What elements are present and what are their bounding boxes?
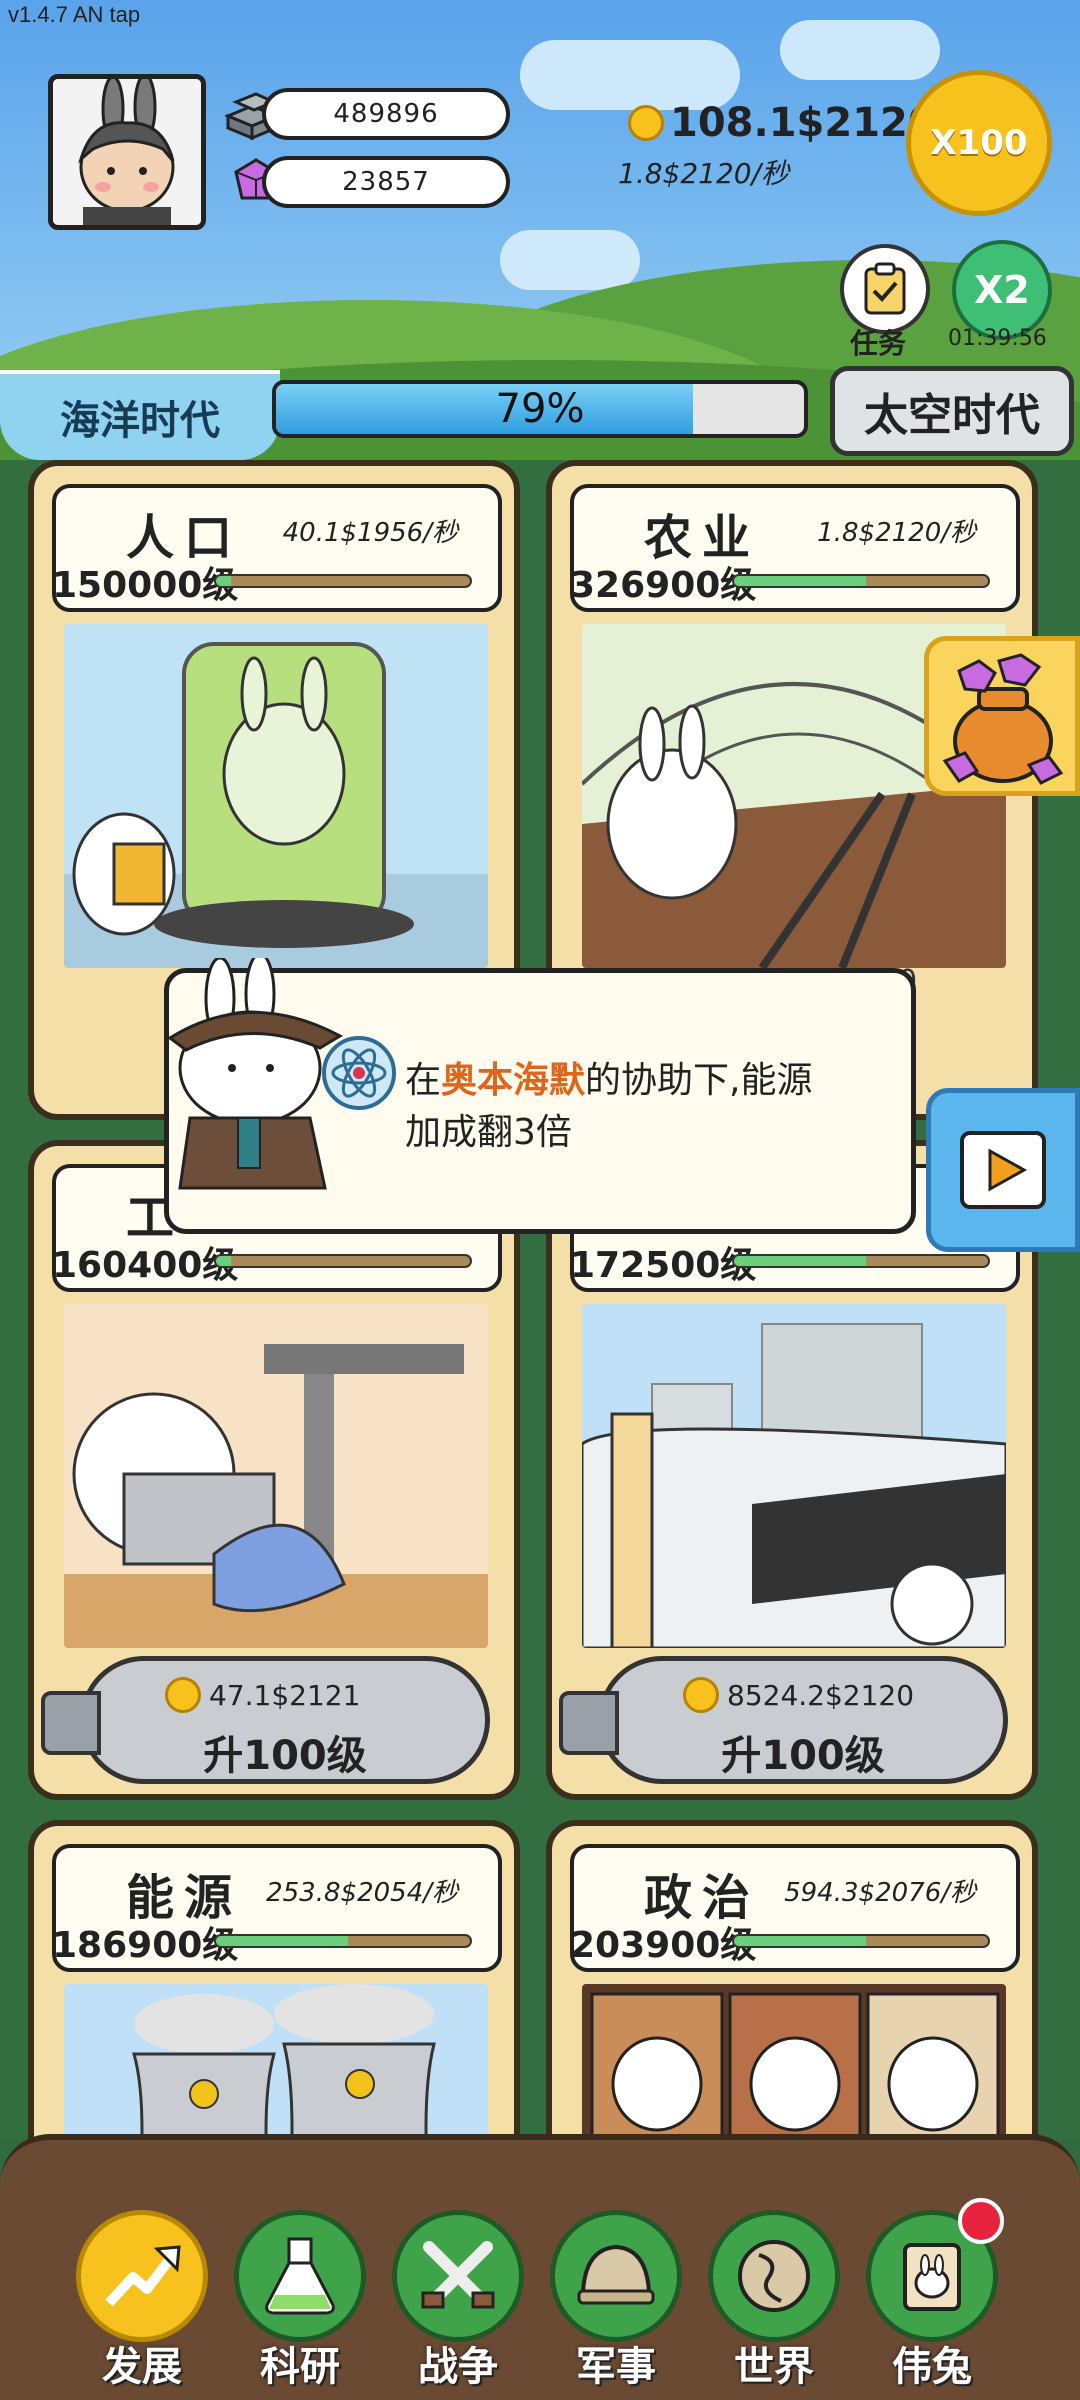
current-era: 海洋时代 (0, 370, 280, 460)
upgrade-button[interactable]: 47.1$2121 升100级 (41, 1656, 490, 1784)
level-progress-bar (732, 1254, 990, 1268)
task-label: 任务 (850, 327, 907, 360)
era-progress-bar: 79% (272, 380, 808, 438)
double-speed-button[interactable]: X2 (952, 240, 1052, 340)
next-era-button[interactable]: 太空时代 (830, 366, 1074, 456)
card-rate: 40.1$1956/秒 (282, 518, 458, 548)
card-header: 能源 253.8$2054/秒 186900级 (52, 1844, 502, 1972)
upgrade-cost-value: 47.1$2121 (209, 1678, 361, 1712)
coin-icon (165, 1677, 201, 1713)
dialog-text-post: 的协助下,能源 (585, 1060, 813, 1101)
gem-count: 23857 (262, 156, 510, 208)
flask-icon (265, 2237, 335, 2315)
card-header: 农业 1.8$2120/秒 326900级 (570, 484, 1020, 612)
nav-label: 伟兔 (892, 2344, 972, 2390)
upgrade-cost: 47.1$2121 (165, 1677, 360, 1713)
version-label: v1.4.7 AN tap (8, 2, 141, 27)
card-rate: 594.3$2076/秒 (784, 1878, 976, 1908)
play-icon (960, 1131, 1046, 1209)
multiplier-label: X100 (930, 123, 1028, 163)
industry-cards: 人口 40.1$1956/秒 150000级 农业 1.8$2120/秒 326… (0, 460, 1080, 2400)
task-button[interactable] (840, 244, 930, 334)
nav-world[interactable]: 世界 (704, 2210, 844, 2400)
coin-value: 108.1$2120 (670, 100, 936, 146)
nav-develop-circle (76, 2210, 208, 2342)
nav-research[interactable]: 科研 (230, 2210, 370, 2400)
upgrade-label: 升100级 (203, 1733, 367, 1779)
nav-war[interactable]: 战争 (388, 2210, 528, 2400)
growth-arrow-icon (105, 2245, 181, 2307)
dialog-text-pre: 在 (405, 1060, 442, 1101)
dialog-text-line2: 加成翻3倍 (405, 1112, 572, 1153)
nav-label: 军事 (576, 2344, 656, 2390)
upgrade-cost: 8524.2$2120 (683, 1677, 914, 1713)
gem-bag-icon (942, 653, 1064, 785)
card-level: 150000级 (52, 565, 239, 606)
globe-icon (738, 2240, 810, 2312)
era-progress-text: 79% (495, 386, 585, 432)
train-station-image (582, 1304, 1006, 1648)
card-level: 172500级 (570, 1245, 757, 1286)
iron-count: 489896 (262, 88, 510, 140)
upgrade-label: 升100级 (721, 1733, 885, 1779)
watch-video-button[interactable] (926, 1088, 1080, 1252)
card-level: 160400级 (52, 1245, 239, 1286)
card-header: 政治 594.3$2076/秒 203900级 (570, 1844, 1020, 1972)
coin-icon (628, 105, 664, 141)
crossed-swords-icon (421, 2241, 495, 2309)
multiplier-button[interactable]: X100 (906, 70, 1052, 216)
atom-icon (322, 1036, 396, 1110)
level-progress-bar (214, 574, 472, 588)
level-progress-bar (732, 574, 990, 588)
notification-badge (958, 2198, 1004, 2244)
iron-value: 489896 (333, 99, 439, 129)
next-era-label: 太空时代 (864, 390, 1040, 441)
coin-rate: 1.8$2120/秒 (618, 157, 790, 190)
nav-world-circle (708, 2210, 840, 2342)
nav-develop[interactable]: 发展 (72, 2210, 212, 2400)
gem-bag-button[interactable] (924, 636, 1080, 796)
nav-great-rabbit[interactable]: 伟兔 (862, 2198, 1004, 2400)
upgrade-button[interactable]: 8524.2$2120 升100级 (559, 1656, 1008, 1784)
nav-military[interactable]: 军事 (546, 2210, 686, 2400)
rabbit-portrait-icon (903, 2243, 961, 2311)
x2-timer: 01:39:56 (948, 326, 1047, 351)
coin-total: 108.1$2120 (628, 100, 936, 146)
level-progress-bar (732, 1934, 990, 1948)
nav-label: 科研 (260, 2344, 340, 2390)
dialog-highlight-name: 奥本海默 (441, 1060, 586, 1101)
card-level: 203900级 (570, 1925, 757, 1966)
clipboard-icon (864, 262, 906, 315)
card-rate: 253.8$2054/秒 (266, 1878, 458, 1908)
nav-label: 发展 (102, 2344, 182, 2390)
card-header: 人口 40.1$1956/秒 150000级 (52, 484, 502, 612)
nav-war-circle (392, 2210, 524, 2342)
card-industry[interactable]: 工 160400级 47.1$2121 升100级 (28, 1140, 520, 1800)
nav-research-circle (234, 2210, 366, 2342)
nav-label: 战争 (418, 2344, 498, 2390)
nav-military-circle (550, 2210, 682, 2342)
card-level: 186900级 (52, 1925, 239, 1966)
nav-label: 世界 (734, 2344, 814, 2390)
card-rate: 1.8$2120/秒 (817, 518, 976, 548)
factory-image (64, 1304, 488, 1648)
population-lab-image (64, 624, 488, 968)
coin-icon (683, 1677, 719, 1713)
player-avatar[interactable] (48, 74, 206, 230)
level-progress-bar (214, 1934, 472, 1948)
helmet-icon (577, 2244, 655, 2305)
bottom-nav: 发展 科研 战争 军事 世界 伟兔 (0, 2134, 1080, 2400)
x2-label: X2 (974, 268, 1030, 312)
dialog-text: 在奥本海默的协助下,能源 加成翻3倍 (405, 1055, 812, 1159)
upgrade-cost-value: 8524.2$2120 (727, 1678, 915, 1712)
current-era-label: 海洋时代 (60, 398, 220, 444)
level-progress-bar (214, 1254, 472, 1268)
gem-value: 23857 (342, 167, 430, 197)
card-level: 326900级 (570, 565, 757, 606)
